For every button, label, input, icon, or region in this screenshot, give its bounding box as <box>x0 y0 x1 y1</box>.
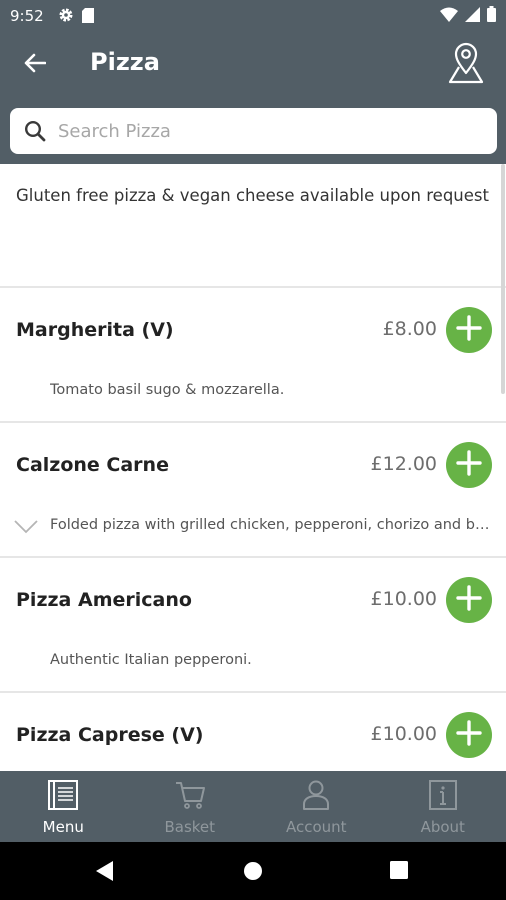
nav-item-menu[interactable]: Menu <box>0 771 127 842</box>
plus-icon <box>456 315 482 345</box>
menu-item[interactable]: Margherita (V) £8.00 Tomato basil sugo &… <box>0 288 506 423</box>
status-bar: 9:52 <box>0 0 506 32</box>
nav-item-about[interactable]: About <box>380 771 506 842</box>
item-price: £12.00 <box>370 453 437 475</box>
item-name: Margherita (V) <box>16 319 174 341</box>
back-button[interactable] <box>18 50 52 80</box>
item-description: Tomato basil sugo & mozzarella. <box>50 382 285 398</box>
search-icon <box>24 120 46 146</box>
plus-icon <box>456 450 482 480</box>
add-to-basket-button[interactable] <box>446 712 492 758</box>
sd-card-icon <box>82 7 94 27</box>
nav-item-basket[interactable]: Basket <box>127 771 254 842</box>
item-name: Pizza Americano <box>16 589 192 611</box>
store-location-button[interactable] <box>444 42 488 88</box>
system-home-icon[interactable] <box>243 861 263 885</box>
add-to-basket-button[interactable] <box>446 307 492 353</box>
info-icon <box>427 780 459 814</box>
app-bar: Pizza <box>0 32 506 98</box>
add-to-basket-button[interactable] <box>446 577 492 623</box>
search-input[interactable] <box>58 113 478 149</box>
item-name: Calzone Carne <box>16 454 169 476</box>
plus-icon <box>456 585 482 615</box>
system-navigation-bar <box>0 842 506 900</box>
nav-label: Account <box>285 818 347 836</box>
search-box[interactable] <box>10 108 497 154</box>
page-title: Pizza <box>90 48 160 76</box>
item-price: £10.00 <box>370 723 437 745</box>
wifi-icon <box>440 7 458 26</box>
search-area <box>0 98 506 164</box>
menu-item[interactable]: Pizza Caprese (V) £10.00 <box>0 693 506 771</box>
map-pin-icon <box>446 42 486 88</box>
item-name: Pizza Caprese (V) <box>16 724 204 746</box>
system-back-icon[interactable] <box>96 861 114 885</box>
nav-label: Menu <box>42 818 84 836</box>
nav-item-account[interactable]: Account <box>253 771 380 842</box>
battery-icon <box>487 6 496 26</box>
item-price: £8.00 <box>382 318 437 340</box>
menu-item[interactable]: Pizza Americano £10.00 Authentic Italian… <box>0 558 506 693</box>
settings-gear-icon <box>58 7 74 27</box>
plus-icon <box>456 720 482 750</box>
item-description: Folded pizza with grilled chicken, peppe… <box>50 517 492 533</box>
add-to-basket-button[interactable] <box>446 442 492 488</box>
nav-label: About <box>420 818 465 836</box>
dietary-notice: Gluten free pizza & vegan cheese availab… <box>0 164 506 288</box>
system-recents-icon[interactable] <box>390 861 408 883</box>
menu-item[interactable]: Calzone Carne £12.00 Folded pizza with g… <box>0 423 506 558</box>
cart-icon <box>174 780 206 814</box>
bottom-nav: Menu Basket Account About <box>0 771 506 842</box>
item-price: £10.00 <box>370 588 437 610</box>
menu-content[interactable]: Gluten free pizza & vegan cheese availab… <box>0 164 506 771</box>
nav-label: Basket <box>164 818 216 836</box>
chevron-down-icon[interactable] <box>14 519 38 538</box>
menu-book-icon <box>47 780 79 814</box>
status-time: 9:52 <box>10 7 44 25</box>
signal-icon <box>465 6 480 26</box>
arrow-left-icon <box>24 53 47 77</box>
person-icon <box>300 780 332 814</box>
scrollbar[interactable] <box>501 164 505 394</box>
item-description: Authentic Italian pepperoni. <box>50 652 252 668</box>
